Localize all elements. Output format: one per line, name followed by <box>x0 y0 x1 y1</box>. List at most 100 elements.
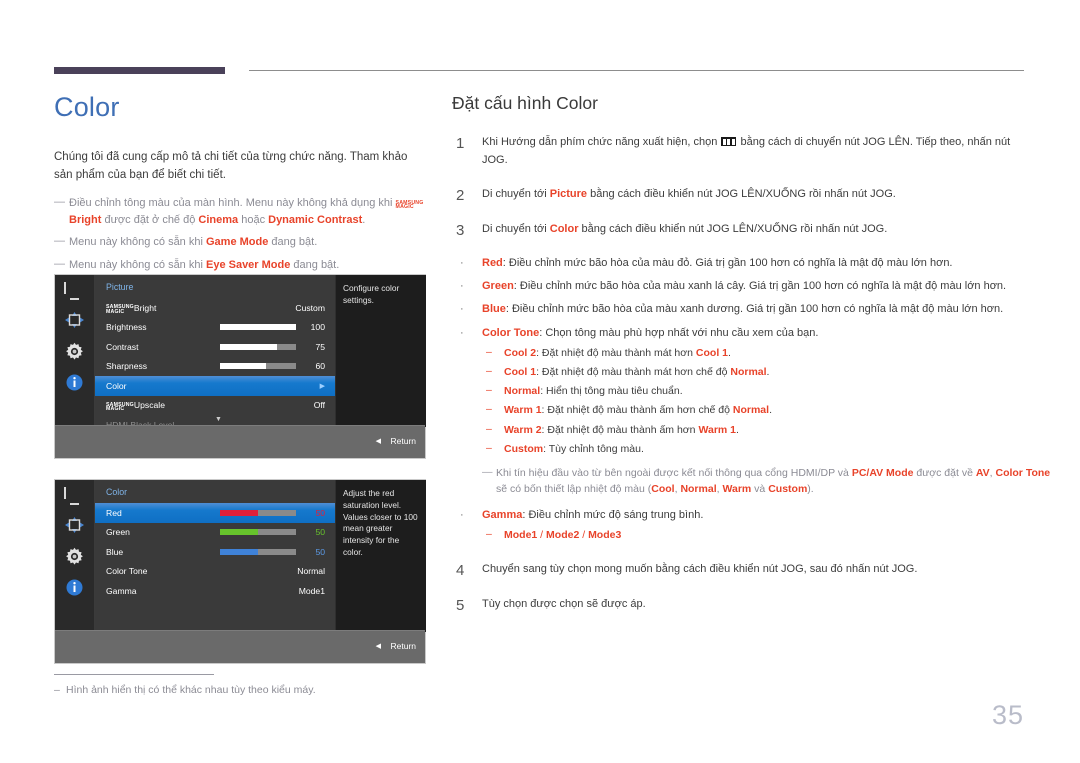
gear-icon[interactable] <box>65 342 84 361</box>
note-magicbright: — Điều chỉnh tông màu của màn hình. Menu… <box>54 195 429 228</box>
note-text-g: . <box>362 213 366 226</box>
bullet-text-gamma: : Điều chỉnh mức độ sáng trung bình. <box>522 508 704 521</box>
note-dash-icon: — <box>54 257 65 270</box>
chevron-down-icon[interactable]: ▼ <box>215 416 222 423</box>
note2-text-game-mode: Game Mode <box>205 236 269 249</box>
osd-row-contrast[interactable]: Contrast 75 <box>95 337 335 357</box>
note-text-c: được đặt ở chế độ <box>101 213 199 226</box>
bullet-text-blue: : Điều chỉnh mức bão hòa của màu xanh dư… <box>505 303 1004 316</box>
info-icon[interactable] <box>66 579 83 596</box>
info-icon[interactable] <box>66 374 83 391</box>
step-2: 2 Di chuyển tới Picture bằng cách điều k… <box>452 186 1032 204</box>
note3-text-c: đang bật. <box>290 258 340 271</box>
note-dash-icon: — <box>482 466 493 479</box>
osd-return-label[interactable]: Return <box>390 641 416 651</box>
bullet-dot-icon: · <box>460 280 464 293</box>
note-dash-icon: — <box>54 235 65 248</box>
step-number: 1 <box>456 135 465 152</box>
note-text-cinema: Cinema <box>198 213 239 226</box>
samsung-magic-logo: SAMSUNG MAGIC <box>106 305 134 315</box>
note-ref-av: AV <box>975 467 990 480</box>
osd-row-magicbright[interactable]: SAMSUNG MAGIC Bright Custom <box>95 298 335 318</box>
header-rule <box>54 67 1024 74</box>
osd-row-value: 50 <box>315 527 325 538</box>
move-arrows-icon[interactable] <box>64 311 85 329</box>
subbullet-text-c: . <box>766 365 770 378</box>
green-slider[interactable] <box>220 529 296 536</box>
osd-row-sharpness[interactable]: Sharpness 60 <box>95 357 335 377</box>
contrast-slider[interactable] <box>220 343 296 350</box>
note-text-e: hoặc <box>238 213 269 226</box>
osd-menu-title: Color <box>106 487 128 497</box>
osd-row-green[interactable]: Green 50 <box>95 523 335 543</box>
note3-text-eye-saver: Eye Saver Mode <box>205 258 291 271</box>
osd-menu-rows: Red 50 Green 50 Blue 50 Color Tone Norma… <box>95 503 335 601</box>
subbullet-dash-icon: – <box>486 422 492 435</box>
subbullet-mode3: Mode3 <box>588 528 622 541</box>
bullet-text-color-tone: : Chọn tông màu phù hợp nhất với nhu cầu… <box>539 326 819 339</box>
back-arrow-icon[interactable]: ◀ <box>376 642 381 650</box>
subbullet-mode2: Mode2 <box>546 528 580 541</box>
bullet-label-gamma: Gamma <box>482 508 523 521</box>
bullet-text-red: : Điều chỉnh mức bão hòa của màu đỏ. Giá… <box>502 257 953 270</box>
subbullet-label-warm1: Warm 1 <box>504 404 542 417</box>
step-1: 1 Khi Hướng dẫn phím chức năng xuất hiện… <box>452 134 1032 169</box>
osd-row-label-text: Upscale <box>133 400 165 411</box>
samsung-magic-logo: SAMSUNG MAGIC <box>106 402 134 412</box>
osd-row-label: SAMSUNG MAGIC Bright <box>106 303 156 315</box>
sharpness-slider[interactable] <box>220 363 296 370</box>
monitor-icon[interactable] <box>64 487 85 505</box>
osd-row-label: Contrast <box>106 341 139 352</box>
subbullet-dash-icon: – <box>486 527 492 540</box>
note2-text-c: đang bật. <box>268 236 318 249</box>
osd-footer-bar: ◀ Return <box>55 630 425 663</box>
osd-row-label: Red <box>106 507 122 518</box>
osd-row-label: Gamma <box>106 585 137 596</box>
brightness-slider[interactable] <box>220 324 296 331</box>
subbullet-mode1: Mode1 <box>504 528 538 541</box>
osd-screenshot-picture-menu: Picture SAMSUNG MAGIC Bright Custom Bright… <box>54 274 426 459</box>
osd-row-color[interactable]: Color ▶ <box>95 376 335 396</box>
osd-row-red[interactable]: Red 50 <box>95 503 335 523</box>
note-ref-normal: Normal <box>680 482 717 495</box>
osd-row-label: Blue <box>106 546 124 557</box>
note-text-g: sẽ có bốn thiết lập nhiệt độ màu ( <box>496 482 652 495</box>
bullet-gamma: · Gamma: Điều chỉnh mức độ sáng trung bì… <box>452 507 1032 543</box>
osd-row-gamma[interactable]: Gamma Mode1 <box>95 581 335 601</box>
gear-icon[interactable] <box>65 547 84 566</box>
osd-row-value: 50 <box>315 507 325 518</box>
subbullet-text-c: . <box>728 346 731 359</box>
osd-row-blue[interactable]: Blue 50 <box>95 542 335 562</box>
subbullet-label-custom: Custom <box>504 442 544 455</box>
subbullet-text-c: . <box>769 404 772 417</box>
osd-row-color-tone[interactable]: Color Tone Normal <box>95 562 335 582</box>
note-ref-warm: Warm <box>722 482 752 495</box>
step3-text-color: Color <box>549 222 579 235</box>
osd-row-magicupscale[interactable]: SAMSUNG MAGIC Upscale Off <box>95 396 335 416</box>
back-arrow-icon[interactable]: ◀ <box>376 437 381 445</box>
osd-return-label[interactable]: Return <box>390 436 416 446</box>
osd-row-label: Brightness <box>106 322 147 333</box>
osd-row-value: 75 <box>315 341 325 352</box>
page-title: Color <box>54 92 120 122</box>
red-slider[interactable] <box>220 509 296 516</box>
blue-slider[interactable] <box>220 548 296 555</box>
subbullet-sep1: / <box>537 528 547 541</box>
osd-row-label: Sharpness <box>106 361 148 372</box>
step2-text-a: Di chuyển tới <box>482 188 550 201</box>
samsung-magic-logo: SAMSUNG MAGIC <box>396 200 424 210</box>
subbullet-dash-icon: – <box>486 345 492 358</box>
move-arrows-icon[interactable] <box>64 516 85 534</box>
monitor-icon[interactable] <box>64 282 85 300</box>
step3-text-a: Di chuyển tới <box>482 222 550 235</box>
bullet-label-blue: Blue <box>482 303 506 316</box>
osd-row-brightness[interactable]: Brightness 100 <box>95 318 335 338</box>
subbullet-cool2: – Cool 2: Đặt nhiệt độ màu thành mát hơn… <box>482 345 1032 361</box>
bullet-text-green: : Điều chỉnh mức bão hòa của màu xanh lá… <box>513 280 1007 293</box>
note-game-mode: — Menu này không có sẵn khi Game Mode đa… <box>54 234 429 251</box>
footnote-divider <box>54 674 214 675</box>
osd-row-value: Mode1 <box>298 585 325 596</box>
subbullet-text-a: : Tùy chỉnh tông màu. <box>543 442 644 455</box>
bullet-dot-icon: · <box>460 326 464 339</box>
chevron-right-icon: ▶ <box>319 382 325 390</box>
